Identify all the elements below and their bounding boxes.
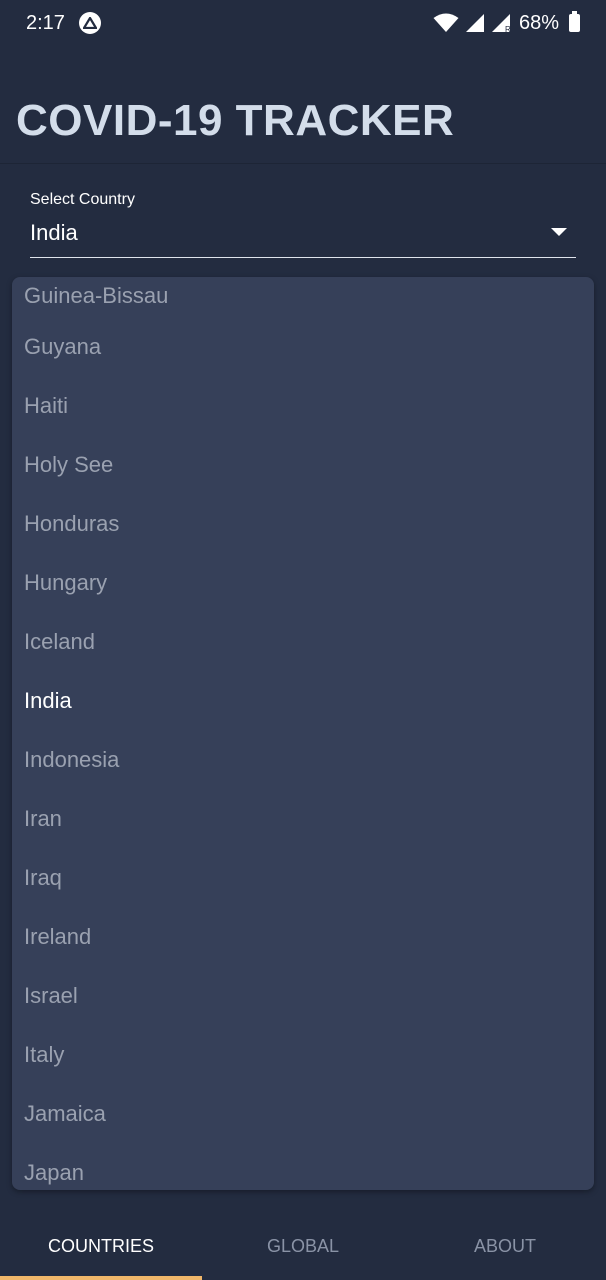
tab-global-label: GLOBAL bbox=[266, 1235, 340, 1256]
app-notification-icon bbox=[78, 12, 101, 34]
active-tab-indicator bbox=[0, 1276, 202, 1280]
country-option[interactable]: Iceland bbox=[12, 612, 594, 671]
status-time: 2:17 bbox=[26, 11, 65, 34]
country-option[interactable]: Indonesia bbox=[12, 730, 594, 789]
status-icons: R 68% bbox=[433, 11, 580, 35]
tab-about[interactable]: ABOUT bbox=[404, 1212, 606, 1280]
country-option[interactable]: Guinea-Bissau bbox=[12, 277, 594, 317]
header-divider bbox=[0, 163, 606, 164]
country-select-label: Select Country bbox=[30, 191, 135, 208]
tab-countries-label: COUNTRIES bbox=[47, 1235, 154, 1256]
country-option[interactable]: Israel bbox=[12, 966, 594, 1025]
country-option[interactable]: Ireland bbox=[12, 907, 594, 966]
dropdown-arrow-icon[interactable] bbox=[551, 228, 567, 236]
country-option[interactable]: Jamaica bbox=[12, 1084, 594, 1143]
signal-icon bbox=[465, 14, 484, 32]
country-dropdown-list[interactable]: Guinea-Bissau Guyana Haiti Holy See Hond… bbox=[12, 277, 594, 1190]
wifi-icon bbox=[433, 13, 459, 32]
select-underline bbox=[30, 257, 576, 258]
battery-icon bbox=[569, 11, 580, 32]
tab-about-label: ABOUT bbox=[473, 1235, 536, 1256]
country-option[interactable]: Hungary bbox=[12, 553, 594, 612]
status-bar: 2:17 R 68% bbox=[0, 0, 606, 46]
signal-roaming-icon: R bbox=[491, 14, 511, 33]
country-option[interactable]: Iran bbox=[12, 789, 594, 848]
country-select-value[interactable]: India bbox=[30, 220, 78, 246]
country-option-selected[interactable]: India bbox=[12, 671, 594, 730]
tab-global[interactable]: GLOBAL bbox=[202, 1212, 404, 1280]
country-option[interactable]: Holy See bbox=[12, 435, 594, 494]
country-option[interactable]: Haiti bbox=[12, 376, 594, 435]
country-option[interactable]: Honduras bbox=[12, 494, 594, 553]
bottom-tab-bar: COUNTRIES GLOBAL ABOUT bbox=[0, 1212, 606, 1280]
country-option[interactable]: Iraq bbox=[12, 848, 594, 907]
app-screen: 2:17 R 68% COVID-19 TRACKER Select Count… bbox=[0, 0, 606, 1280]
svg-text:R: R bbox=[505, 25, 511, 33]
battery-percent: 68% bbox=[518, 11, 559, 34]
country-option[interactable]: Italy bbox=[12, 1025, 594, 1084]
country-option[interactable]: Guyana bbox=[12, 317, 594, 376]
tab-countries[interactable]: COUNTRIES bbox=[0, 1212, 202, 1280]
dropdown-options: Guinea-Bissau Guyana Haiti Holy See Hond… bbox=[12, 277, 594, 1190]
app-title: COVID-19 TRACKER bbox=[16, 96, 455, 145]
country-option[interactable]: Japan bbox=[12, 1143, 594, 1190]
